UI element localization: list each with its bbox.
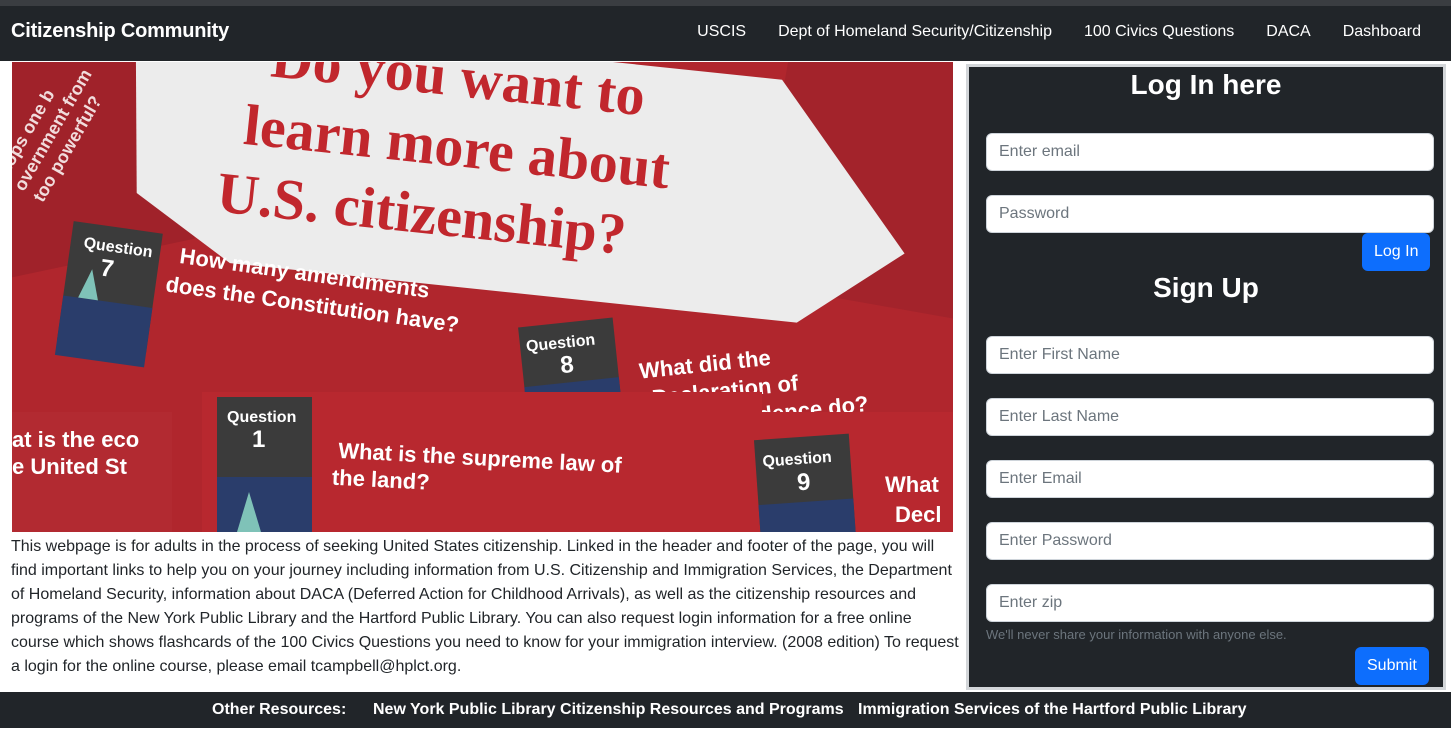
hero-side-text-2: e United St	[12, 454, 128, 479]
last-name-input[interactable]	[986, 398, 1434, 436]
auth-panel: Log In here Log In Sign Up We'll never s…	[966, 64, 1446, 690]
zip-input[interactable]	[986, 584, 1434, 622]
privacy-help-text: We'll never share your information with …	[986, 627, 1287, 642]
card-9-text-1: What	[885, 472, 939, 497]
footer-link-hartford[interactable]: Immigration Services of the Hartford Pub…	[858, 701, 1247, 719]
card-1-text-2: the land?	[331, 465, 430, 495]
nav-link-daca[interactable]: DACA	[1266, 23, 1310, 41]
signup-heading: Sign Up	[1153, 272, 1259, 303]
card-8-number: 8	[559, 351, 575, 379]
page-description: This webpage is for adults in the proces…	[11, 538, 959, 675]
nav-links: USCIS Dept of Homeland Security/Citizens…	[697, 23, 1421, 41]
signup-email-input[interactable]	[986, 460, 1434, 498]
login-heading: Log In here	[1130, 69, 1282, 100]
nav-link-uscis[interactable]: USCIS	[697, 23, 746, 41]
hero-side-text-1: at is the eco	[12, 427, 139, 452]
nav-link-dashboard[interactable]: Dashboard	[1343, 23, 1421, 41]
navbar: Citizenship Community USCIS Dept of Home…	[0, 6, 1451, 61]
submit-button[interactable]: Submit	[1355, 647, 1429, 685]
nav-link-civics-questions[interactable]: 100 Civics Questions	[1084, 23, 1234, 41]
login-button[interactable]: Log In	[1362, 233, 1431, 271]
auth-panel-inner: Log In here Log In Sign Up We'll never s…	[969, 67, 1443, 687]
footer-label: Other Resources:	[212, 701, 347, 718]
card-9-number: 9	[796, 468, 811, 496]
card-1-label: Question	[227, 409, 296, 426]
signup-password-input[interactable]	[986, 522, 1434, 560]
login-password-input[interactable]	[986, 195, 1434, 233]
nav-link-dhs-citizenship[interactable]: Dept of Homeland Security/Citizenship	[778, 23, 1052, 41]
first-name-input[interactable]	[986, 336, 1434, 374]
card-1-number: 1	[252, 426, 265, 453]
footer: Other Resources: New York Public Library…	[0, 692, 1451, 728]
card-9-text-2: Decl	[895, 502, 941, 527]
brand-link[interactable]: Citizenship Community	[11, 20, 229, 43]
login-email-input[interactable]	[986, 133, 1434, 171]
hero-image: Do you want to learn more about U.S. cit…	[12, 62, 953, 532]
footer-link-nypl[interactable]: New York Public Library Citizenship Reso…	[373, 701, 844, 719]
